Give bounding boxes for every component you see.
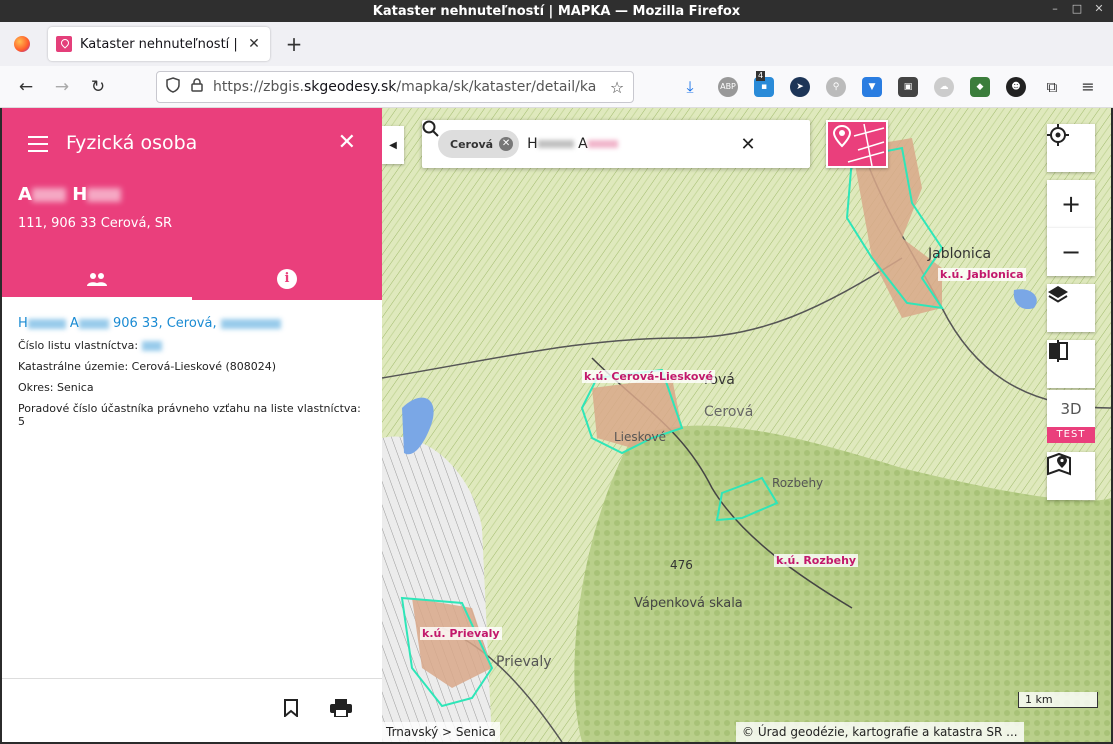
test-badge: TEST xyxy=(1047,427,1095,443)
person-address: 111, 906 33 Cerová, SR xyxy=(18,216,172,231)
place-vapenkova-skala: Vápenková skala xyxy=(634,596,743,611)
filter-chip-cerova[interactable]: Cerová ✕ xyxy=(438,130,520,158)
extensions-puzzle-icon[interactable]: ⧉ xyxy=(1042,77,1062,97)
cloud-extension-icon[interactable]: ☁ xyxy=(934,77,954,97)
district-row: Okres: Senica xyxy=(18,381,94,394)
close-panel-icon[interactable]: ✕ xyxy=(338,130,356,155)
search-box[interactable]: Cerová ✕ H A ✕ xyxy=(422,120,810,168)
panel-tabs: i xyxy=(2,258,382,300)
detail-panel: Fyzická osoba ✕ A H 111, 906 33 Cerová, … xyxy=(2,108,382,742)
place-jablonica: Jablonica xyxy=(928,246,992,262)
ku-label-cerova-lieskove[interactable]: k.ú. Cerová-Lieskové xyxy=(582,370,716,383)
google-maps-button[interactable] xyxy=(1047,452,1095,500)
place-cerova-2: Cerová xyxy=(704,404,754,420)
3d-button[interactable]: 3D xyxy=(1047,390,1095,428)
close-window-button[interactable]: ✕ xyxy=(1093,3,1105,15)
list-number-row: Číslo listu vlastníctva: xyxy=(18,339,366,352)
minimize-button[interactable]: – xyxy=(1049,3,1061,15)
search-extension-icon[interactable]: ⚲ xyxy=(826,77,846,97)
collapse-panel-button[interactable]: ◀ xyxy=(382,126,404,164)
owner-link[interactable]: H A 906 33, Cerová, xyxy=(18,316,366,331)
layers-icon xyxy=(1048,286,1068,303)
tab-title: Kataster nehnuteľností | xyxy=(80,36,238,52)
zoom-out-button[interactable]: − xyxy=(1047,228,1095,276)
order-number-row: Poradové číslo účastníka právneho vzťahu… xyxy=(18,402,361,428)
navigation-bar: ← → ↻ https://zbgis.skgeodesy.sk/mapka/s… xyxy=(0,66,1113,108)
ku-label-jablonica[interactable]: k.ú. Jablonica xyxy=(938,268,1026,281)
firefox-view-button[interactable] xyxy=(0,22,44,66)
url-bar[interactable]: https://zbgis.skgeodesy.sk/mapka/sk/kata… xyxy=(156,71,634,103)
ku-label-prievaly[interactable]: k.ú. Prievaly xyxy=(420,627,502,640)
cadastre-layer-button[interactable] xyxy=(826,120,888,168)
panel-footer xyxy=(2,678,382,742)
maximize-button[interactable]: □ xyxy=(1071,3,1083,15)
lock-icon[interactable] xyxy=(189,78,205,96)
map-extension-icon[interactable]: ◆ xyxy=(970,77,990,97)
people-icon xyxy=(87,273,107,286)
tab-kataster[interactable]: Kataster nehnuteľností | ✕ xyxy=(48,27,270,61)
panel-title: Fyzická osoba xyxy=(66,132,198,154)
place-elevation: 476 xyxy=(670,558,693,572)
back-button[interactable]: ← xyxy=(14,75,38,99)
kataster-favicon-icon xyxy=(56,36,72,52)
extension-badge-icon[interactable]: 4 ▪ xyxy=(754,71,774,97)
scale-bar: 1 km xyxy=(1018,692,1098,708)
mask-extension-icon[interactable]: ☻ xyxy=(1006,77,1026,97)
info-icon: i xyxy=(277,269,297,289)
tab-strip: Kataster nehnuteľností | ✕ + xyxy=(0,22,1113,66)
search-input[interactable]: H A xyxy=(527,136,726,152)
panel-body: H A 906 33, Cerová, Číslo listu vlastníc… xyxy=(2,300,382,452)
reload-button[interactable]: ↻ xyxy=(86,75,110,99)
bookmark-icon[interactable] xyxy=(284,699,298,722)
firefox-icon xyxy=(14,36,30,52)
shield-icon[interactable] xyxy=(165,77,181,97)
ku-label-rozbehy[interactable]: k.ú. Rozbehy xyxy=(774,554,859,567)
monitor-extension-icon[interactable]: ▣ xyxy=(898,77,918,97)
zoom-in-button[interactable]: + xyxy=(1047,180,1095,228)
place-lieskove: Lieskové xyxy=(614,430,667,444)
app-menu-icon[interactable]: ≡ xyxy=(1078,77,1098,97)
map-canvas[interactable]: Jablonica rová Cerová Lieskové Rozbehy 4… xyxy=(382,108,1111,742)
my-location-button[interactable] xyxy=(1047,124,1095,172)
map-background xyxy=(382,108,1111,742)
crosshair-icon xyxy=(1047,124,1069,146)
url-text: https://zbgis.skgeodesy.sk/mapka/sk/kata… xyxy=(213,79,597,95)
pointer-extension-icon[interactable]: ➤ xyxy=(790,77,810,97)
tab-owners[interactable] xyxy=(2,258,192,300)
window-titlebar: Kataster nehnuteľností | MAPKA — Mozilla… xyxy=(0,0,1113,22)
panel-header: Fyzická osoba ✕ A H 111, 906 33 Cerová, … xyxy=(2,108,382,300)
tab-info[interactable]: i xyxy=(192,258,382,300)
territory-row: Katastrálne územie: Cerová-Lieskové (808… xyxy=(18,360,277,373)
hamburger-menu-icon[interactable] xyxy=(28,136,48,152)
map-attribution[interactable]: © Úrad geodézie, kartografie a katastra … xyxy=(736,722,1024,742)
region-breadcrumb[interactable]: Trnavský > Senica xyxy=(382,722,500,742)
new-tab-button[interactable]: + xyxy=(282,32,306,56)
window-title: Kataster nehnuteľností | MAPKA — Mozilla… xyxy=(372,3,741,19)
adblock-plus-icon[interactable]: ABP xyxy=(718,77,738,97)
forward-button[interactable]: → xyxy=(50,75,74,99)
cadastre-map-icon xyxy=(832,123,885,166)
map-pin-icon xyxy=(1047,452,1071,476)
clear-search-icon[interactable]: ✕ xyxy=(734,134,762,155)
compare-icon xyxy=(1049,340,1068,362)
compare-button[interactable] xyxy=(1047,340,1095,388)
chip-label: Cerová xyxy=(450,137,494,151)
tab-close-icon[interactable]: ✕ xyxy=(246,36,262,52)
bookmark-star-icon[interactable]: ☆ xyxy=(609,78,625,97)
shield-extension-icon[interactable]: ▼ xyxy=(862,77,882,97)
print-icon[interactable] xyxy=(330,699,352,722)
downloads-icon[interactable]: ⤓ xyxy=(680,77,700,97)
layers-button[interactable] xyxy=(1047,284,1095,332)
place-prievaly: Prievaly xyxy=(496,654,552,670)
person-name: A H xyxy=(18,184,122,205)
place-rozbehy: Rozbehy xyxy=(772,476,824,490)
chip-remove-icon[interactable]: ✕ xyxy=(499,137,514,151)
